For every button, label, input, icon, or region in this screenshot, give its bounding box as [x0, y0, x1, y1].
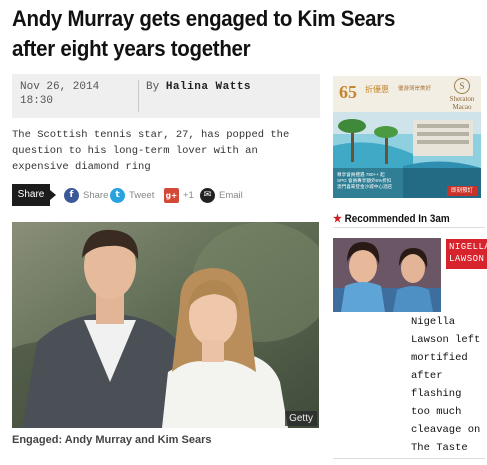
article-summary: The Scottish tennis star, 27, has popped… [12, 129, 290, 173]
hotel-advertisement[interactable]: 65 折優惠 優游灣岸美好 S Sheraton Macao 尊享會員禮遇 78… [333, 76, 481, 198]
recommended-bottom-divider [333, 458, 485, 459]
ad-promo-line: 澳門喜來登金沙城中心酒店 [337, 183, 393, 189]
facebook-share-label: Share [83, 189, 109, 201]
ad-brand-sub: Macao [452, 103, 472, 111]
sheraton-emblem-icon: S [454, 78, 470, 94]
publish-date: Nov 26, 2014 18:30 [20, 80, 99, 108]
article-photo[interactable]: Getty [12, 222, 319, 428]
photo-caption: Engaged: Andy Murray and Kim Sears [12, 434, 212, 446]
googleplus-label: +1 [183, 189, 194, 201]
twitter-tweet-label: Tweet [129, 189, 155, 201]
email-icon: ✉ [200, 187, 215, 203]
ad-brand: Sheraton [449, 95, 475, 103]
meta-divider [138, 80, 139, 112]
publish-date-day: Nov 26, 2014 [20, 81, 100, 93]
ad-book-now-button[interactable]: 即刻預訂 [447, 186, 477, 196]
sheraton-logo: S Sheraton Macao [443, 78, 481, 111]
author-link[interactable]: Halina Watts [166, 81, 251, 93]
recommended-heading: ★ Recommended In 3am [333, 212, 450, 225]
recommended-tag-text: NIGELLA LAWSON [449, 242, 487, 264]
recommended-thumbnail[interactable] [333, 238, 441, 312]
ad-header: 65 折優惠 優游灣岸美好 S Sheraton Macao [333, 76, 481, 112]
recommended-headline-link[interactable]: Nigella Lawson left mortified after flas… [411, 313, 483, 457]
twitter-icon: t [110, 187, 125, 203]
recommended-title: Recommended In 3am [344, 213, 450, 225]
recommended-tag[interactable]: NIGELLA LAWSON [446, 239, 487, 269]
ad-tagline: 優游灣岸美好 [398, 86, 432, 92]
facebook-icon: f [64, 187, 79, 203]
article-meta: Nov 26, 2014 18:30 By Halina Watts [12, 74, 320, 118]
couple-photo-illustration [12, 222, 319, 428]
tv-show-thumbnail-illustration [333, 238, 441, 312]
twitter-tweet-button[interactable]: t Tweet [110, 187, 154, 203]
ad-promo-text: 尊享會員禮遇 780++ 起 SPG 會員專享額外5%折扣 澳門喜來登金沙城中心… [337, 172, 437, 189]
star-icon: ★ [333, 213, 342, 225]
article-headline: Andy Murray gets engaged to Kim Sears af… [12, 6, 396, 61]
facebook-share-button[interactable]: f Share [64, 187, 108, 203]
share-bar: Share f Share t Tweet g+ +1 ✉ Email [12, 184, 320, 206]
byline: By Halina Watts [146, 80, 251, 94]
byline-prefix: By [146, 81, 160, 93]
share-label: Share [12, 184, 56, 206]
googleplus-icon: g+ [164, 187, 179, 203]
email-share-button[interactable]: ✉ Email [200, 187, 243, 203]
recommended-divider [333, 227, 485, 228]
ad-discount: 折優惠 [365, 85, 389, 94]
email-share-label: Email [219, 189, 243, 201]
publish-date-time: 18:30 [20, 95, 54, 107]
googleplus-button[interactable]: g+ +1 [164, 187, 194, 203]
photo-credit: Getty [285, 411, 317, 426]
ad-price: 65 [339, 82, 357, 102]
